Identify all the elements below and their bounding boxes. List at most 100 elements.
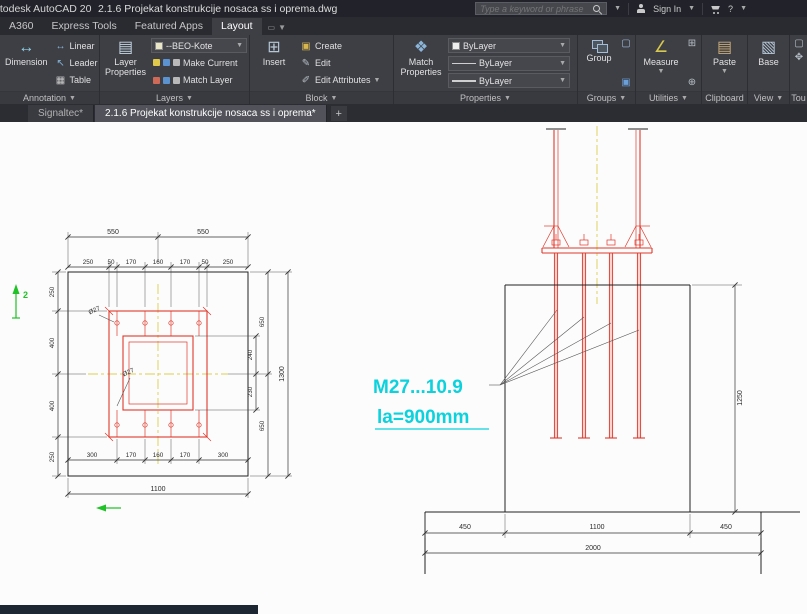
chevron-down-icon: ▼: [776, 95, 783, 102]
match-layer-button[interactable]: Match Layer: [151, 72, 247, 88]
panel-label-properties[interactable]: Properties ▼: [394, 91, 577, 104]
measure-icon: ∠: [654, 38, 668, 57]
search-box[interactable]: [475, 2, 607, 15]
dimension-button[interactable]: ↔ Dimension: [3, 37, 50, 89]
panel-label-block[interactable]: Block ▼: [250, 91, 393, 104]
quick-calc-icon[interactable]: ⊞: [686, 38, 698, 49]
app-store-cart-icon[interactable]: [710, 4, 721, 14]
selection-icon: ▢: [793, 38, 805, 49]
dim-label: 400: [49, 337, 56, 348]
layer-combo[interactable]: --BEO-Kote ▼: [151, 38, 247, 53]
panel-label-touch[interactable]: Tou: [790, 91, 807, 104]
dim-label: 1100: [589, 524, 604, 531]
match-properties-icon: ❖: [414, 38, 428, 57]
chevron-down-icon[interactable]: ▼: [278, 23, 286, 32]
ribbon-display-toggle-icon[interactable]: ▭: [268, 23, 276, 32]
search-icon[interactable]: [592, 4, 602, 14]
panel-label-utilities[interactable]: Utilities ▼: [636, 91, 701, 104]
selection-button[interactable]: ▢ Sele: [791, 37, 806, 50]
linetype-sample: [452, 63, 476, 64]
chevron-down-icon[interactable]: ▼: [688, 5, 695, 12]
chevron-down-icon: ▼: [681, 95, 688, 102]
base-button[interactable]: ▧ Base: [751, 37, 786, 89]
file-tab-active-drawing[interactable]: 2.1.6 Projekat konstrukcije nosaca ss i …: [95, 105, 327, 122]
linear-button[interactable]: ↔ Linear ▼: [53, 38, 100, 54]
tab-express-tools[interactable]: Express Tools: [43, 18, 126, 35]
tab-layout[interactable]: Layout: [212, 18, 262, 35]
dim-label: 450: [459, 524, 471, 531]
edit-attributes-icon: ✐: [300, 75, 312, 86]
chevron-down-icon: ▼: [236, 42, 243, 49]
layer-lock-icon: [173, 59, 180, 66]
anchor-note-line1: M27...10.9: [373, 377, 463, 398]
search-input[interactable]: [480, 4, 588, 14]
dim-label: 50: [107, 259, 115, 266]
insert-button[interactable]: ⊞ Insert: [253, 37, 295, 89]
help-icon[interactable]: ?: [728, 4, 733, 14]
dim-label: 50: [201, 259, 209, 266]
tab-a360[interactable]: A360: [0, 18, 43, 35]
chevron-down-icon[interactable]: ▼: [740, 5, 747, 12]
paste-button[interactable]: ▤ Paste ▼: [705, 37, 744, 89]
chevron-down-icon: ▼: [619, 95, 626, 102]
panel-block: ⊞ Insert ▣ Create ✎ Edit ✐ Edit Attribut…: [250, 35, 394, 104]
dimension-icon: ↔: [18, 38, 34, 57]
file-tab-bar: Signaltec* 2.1.6 Projekat konstrukcije n…: [0, 104, 807, 122]
drawing-canvas[interactable]: Ø27 Ø27 550 550: [0, 122, 807, 614]
create-block-button[interactable]: ▣ Create: [298, 38, 382, 54]
object-color-combo[interactable]: ByLayer ▼: [448, 38, 570, 53]
panel-label-layers[interactable]: Layers ▼: [100, 91, 249, 104]
ribbon-tab-bar: A360 Express Tools Featured Apps Layout …: [0, 17, 807, 35]
chevron-down-icon: ▼: [69, 95, 76, 102]
command-window-fragment[interactable]: [0, 605, 258, 614]
chevron-down-icon: ▼: [504, 95, 511, 102]
dim-label: 170: [126, 452, 137, 459]
hole-callout-2: Ø27: [117, 367, 136, 406]
app-title: Autodesk AutoCAD 2018: [0, 3, 92, 15]
sign-in-button[interactable]: Sign In: [653, 4, 681, 14]
elevation-view-drawing: M27...10.9 la=900mm 450 1100 450 2000: [373, 126, 800, 574]
file-tab-signaltec[interactable]: Signaltec*: [28, 105, 94, 122]
tab-featured-apps[interactable]: Featured Apps: [126, 18, 212, 35]
new-drawing-tab-button[interactable]: +: [331, 106, 347, 121]
dim-label: 300: [87, 452, 98, 459]
panel-utilities: ∠ Measure ▼ ⊞ ⊕ Utilities ▼: [636, 35, 702, 104]
ungroup-icon[interactable]: ▢: [620, 38, 632, 49]
document-title: 2.1.6 Projekat konstrukcije nosaca ss i …: [98, 3, 337, 15]
panel-properties: ❖ Match Properties ByLayer ▼ ByLayer ▼: [394, 35, 578, 104]
leader-icon: ↖: [55, 58, 67, 69]
leader-button[interactable]: ↖ Leader: [53, 55, 100, 71]
dim-label: 550: [107, 229, 119, 236]
user-icon[interactable]: [636, 4, 646, 14]
layer-thaw-icon: [163, 77, 170, 84]
insert-block-icon: ⊞: [267, 38, 280, 57]
match-properties-button[interactable]: ❖ Match Properties: [397, 37, 445, 89]
dim-label: 1100: [150, 486, 165, 493]
chevron-down-icon[interactable]: ▼: [614, 5, 621, 12]
make-current-button[interactable]: Make Current: [151, 55, 247, 71]
edit-block-button[interactable]: ✎ Edit: [298, 55, 382, 71]
panel-label-annotation[interactable]: Annotation ▼: [0, 91, 99, 104]
move-button[interactable]: ✥ Mo: [791, 51, 806, 64]
measure-button[interactable]: ∠ Measure ▼: [639, 37, 683, 89]
section-marker-left: [96, 505, 121, 512]
panel-view: ▧ Base View ▼: [748, 35, 790, 104]
layer-properties-button[interactable]: ▤ Layer Properties: [103, 37, 148, 89]
create-block-icon: ▣: [300, 41, 312, 52]
group-edit-icon[interactable]: ▣: [620, 77, 632, 88]
panel-label-view[interactable]: View ▼: [748, 91, 789, 104]
dim-label: 170: [126, 259, 137, 266]
panel-label-groups[interactable]: Groups ▼: [578, 91, 635, 104]
chevron-down-icon: ▼: [331, 95, 338, 102]
table-button[interactable]: ▦ Table: [53, 72, 100, 88]
edit-attributes-button[interactable]: ✐ Edit Attributes ▼: [298, 72, 382, 88]
panel-clipboard: ▤ Paste ▼ Clipboard: [702, 35, 748, 104]
linetype-combo[interactable]: ByLayer ▼: [448, 56, 570, 71]
section-marker-label: 2: [23, 290, 28, 300]
panel-label-clipboard[interactable]: Clipboard: [702, 91, 747, 104]
group-button[interactable]: Group: [581, 37, 617, 89]
id-point-icon[interactable]: ⊕: [686, 77, 698, 88]
lineweight-combo[interactable]: ByLayer ▼: [448, 73, 570, 88]
color-swatch: [452, 42, 460, 50]
edit-pencil-icon: ✎: [300, 58, 312, 69]
